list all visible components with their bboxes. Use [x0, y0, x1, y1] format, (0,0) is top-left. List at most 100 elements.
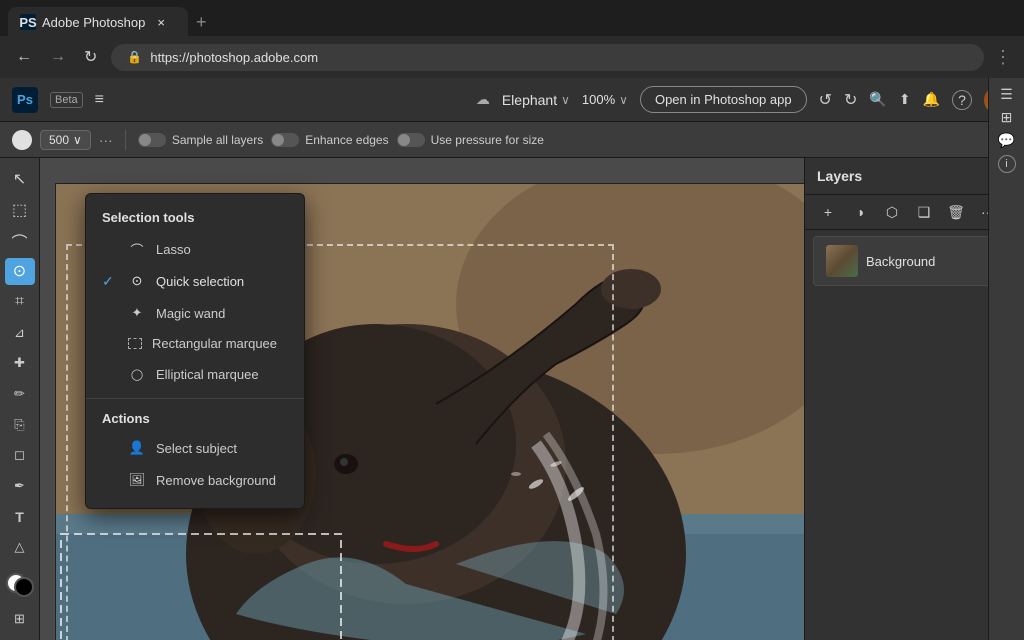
pressure-toggle[interactable] [397, 133, 425, 147]
new-tab-btn[interactable]: + [196, 12, 207, 33]
magic-wand-label: Magic wand [156, 306, 225, 321]
select-subject-label: Select subject [156, 441, 237, 456]
zoom-chevron: ∨ [619, 93, 628, 107]
browser-tab-active[interactable]: PS Adobe Photoshop × [8, 7, 188, 37]
brush-size-chevron: ∨ [73, 133, 82, 147]
sample-layers-option: Sample all layers [138, 133, 263, 147]
nav-refresh-btn[interactable]: ↻ [80, 43, 101, 71]
tool-heal[interactable]: ✚ [5, 350, 35, 377]
menu-item-rect-marquee[interactable]: Rectangular marquee [86, 329, 304, 358]
layers-panel: Layers + ◑ ⬡ ❑ 🗑 ··· Background 🔒 ☰ ⊞ 💬 [804, 158, 1024, 640]
tool-brush[interactable]: ✏ [5, 381, 35, 408]
quick-select-label: Quick selection [156, 274, 244, 289]
tool-crop[interactable]: ⌗ [5, 289, 35, 316]
enhance-edges-toggle[interactable] [271, 133, 299, 147]
select-subject-icon: 👤 [128, 439, 146, 457]
menu-item-magic-wand[interactable]: ✦ Magic wand [86, 297, 304, 329]
address-bar: ← → ↻ 🔒 https://photoshop.adobe.com ⋮ [0, 36, 1024, 78]
enhance-edges-option: Enhance edges [271, 133, 388, 147]
menu-item-quick-selection[interactable]: ✓ ⊙ Quick selection [86, 265, 304, 297]
doc-name[interactable]: Elephant ∨ [502, 92, 570, 108]
tool-lasso[interactable]: ⌒ [5, 227, 35, 254]
ps-logo: Ps [12, 87, 38, 113]
tool-move[interactable]: ↖ [5, 166, 35, 193]
tool-clone[interactable]: ⎘ [5, 411, 35, 438]
group-layer-btn[interactable]: ❑ [913, 201, 935, 223]
layer-name: Background [866, 254, 980, 269]
tool-type[interactable]: T [5, 503, 35, 530]
hamburger-menu-btn[interactable]: ≡ [95, 91, 104, 109]
tab-bar: PS Adobe Photoshop × + [0, 0, 1024, 36]
share-icon[interactable]: ⬆ [899, 91, 911, 108]
magic-wand-icon: ✦ [128, 304, 146, 322]
nav-forward-btn[interactable]: → [46, 44, 70, 70]
nav-back-btn[interactable]: ← [12, 44, 36, 70]
header-icons: ↺ ↻ 🔍 ⬆ 🔔 ? [819, 86, 1012, 114]
selection-tools-menu: Selection tools ⌒ Lasso ✓ ⊙ Quick select… [85, 193, 305, 509]
tab-title: Adobe Photoshop [42, 15, 145, 30]
right-icon-rail: ☰ ⊞ 💬 i [988, 158, 1024, 640]
browser-chrome: PS Adobe Photoshop × + ← → ↻ 🔒 https://p… [0, 0, 1024, 78]
remove-bg-label: Remove background [156, 473, 276, 488]
menu-item-ellipse-marquee[interactable]: ◯ Elliptical marquee [86, 358, 304, 390]
lasso-icon: ⌒ [128, 240, 146, 258]
app-container: Ps Beta ≡ ☁ Elephant ∨ 100% ∨ Open in Ph… [0, 78, 1024, 640]
rect-marquee-icon [128, 338, 142, 349]
address-url: https://photoshop.adobe.com [150, 50, 318, 65]
left-toolbox: ↖ ⬚ ⌒ ⊙ ⌗ ⊿ ✚ ✏ ⎘ ◻ ✒ T △ ⊞ [0, 158, 40, 640]
tool-eraser[interactable]: ◻ [5, 442, 35, 469]
brush-size-value: 500 [49, 133, 69, 147]
redo-btn[interactable]: ↻ [844, 90, 857, 110]
brush-size-control[interactable]: 500 ∨ [40, 130, 91, 150]
quick-select-icon: ⊙ [128, 272, 146, 290]
zoom-value: 100% [582, 92, 615, 107]
adjustment-layer-btn[interactable]: ⬡ [881, 201, 903, 223]
toolbar-more-btn[interactable]: ··· [99, 132, 113, 148]
quick-select-check: ✓ [102, 273, 118, 290]
tool-pen[interactable]: ✒ [5, 473, 35, 500]
actions-title: Actions [86, 407, 304, 432]
info-icon[interactable]: i [998, 158, 1016, 173]
actions-divider [86, 398, 304, 399]
tool-bars[interactable]: ⊞ [5, 605, 35, 632]
layer-item-background[interactable]: Background 🔒 [813, 236, 1016, 286]
layers-title: Layers [817, 168, 1012, 184]
browser-menu-btn[interactable]: ⋮ [994, 47, 1012, 68]
sample-layers-label: Sample all layers [172, 133, 263, 147]
ellipse-marquee-icon: ◯ [128, 365, 146, 383]
tool-marquee[interactable]: ⬚ [5, 197, 35, 224]
delete-layer-btn[interactable]: 🗑 [945, 201, 967, 223]
doc-name-text: Elephant [502, 92, 557, 108]
add-layer-btn[interactable]: + [817, 201, 839, 223]
mask-layer-btn[interactable]: ◑ [849, 201, 871, 223]
enhance-edges-label: Enhance edges [305, 133, 388, 147]
search-icon[interactable]: 🔍 [869, 91, 886, 108]
canvas-area[interactable]: Selection tools ⌒ Lasso ✓ ⊙ Quick select… [40, 158, 804, 640]
menu-item-lasso[interactable]: ⌒ Lasso [86, 233, 304, 265]
open-in-photoshop-btn[interactable]: Open in Photoshop app [640, 86, 807, 113]
notify-icon[interactable]: 🔔 [923, 91, 940, 108]
toolbar-separator [125, 130, 126, 150]
sample-layers-toggle[interactable] [138, 133, 166, 147]
menu-item-remove-bg[interactable]: 🖼 Remove background [86, 464, 304, 496]
color-indicator[interactable] [6, 573, 34, 598]
tool-eyedropper[interactable]: ⊿ [5, 319, 35, 346]
zoom-control[interactable]: 100% ∨ [582, 92, 628, 107]
brush-preview [12, 130, 32, 150]
help-icon[interactable]: ? [952, 90, 972, 110]
undo-btn[interactable]: ↺ [819, 90, 832, 110]
tool-quick-select[interactable]: ⊙ [5, 258, 35, 285]
tool-shape[interactable]: △ [5, 534, 35, 561]
pressure-label: Use pressure for size [431, 133, 544, 147]
app-header: Ps Beta ≡ ☁ Elephant ∨ 100% ∨ Open in Ph… [0, 78, 1024, 122]
tab-close-btn[interactable]: × [157, 15, 165, 30]
remove-bg-icon: 🖼 [128, 471, 146, 489]
ellipse-marquee-label: Elliptical marquee [156, 367, 259, 382]
cloud-icon: ☁ [476, 91, 490, 108]
pressure-option: Use pressure for size [397, 133, 544, 147]
background-color[interactable] [14, 577, 34, 597]
address-field[interactable]: 🔒 https://photoshop.adobe.com [111, 44, 984, 71]
rect-marquee-label: Rectangular marquee [152, 336, 277, 351]
address-lock-icon: 🔒 [127, 50, 142, 64]
menu-item-select-subject[interactable]: 👤 Select subject [86, 432, 304, 464]
